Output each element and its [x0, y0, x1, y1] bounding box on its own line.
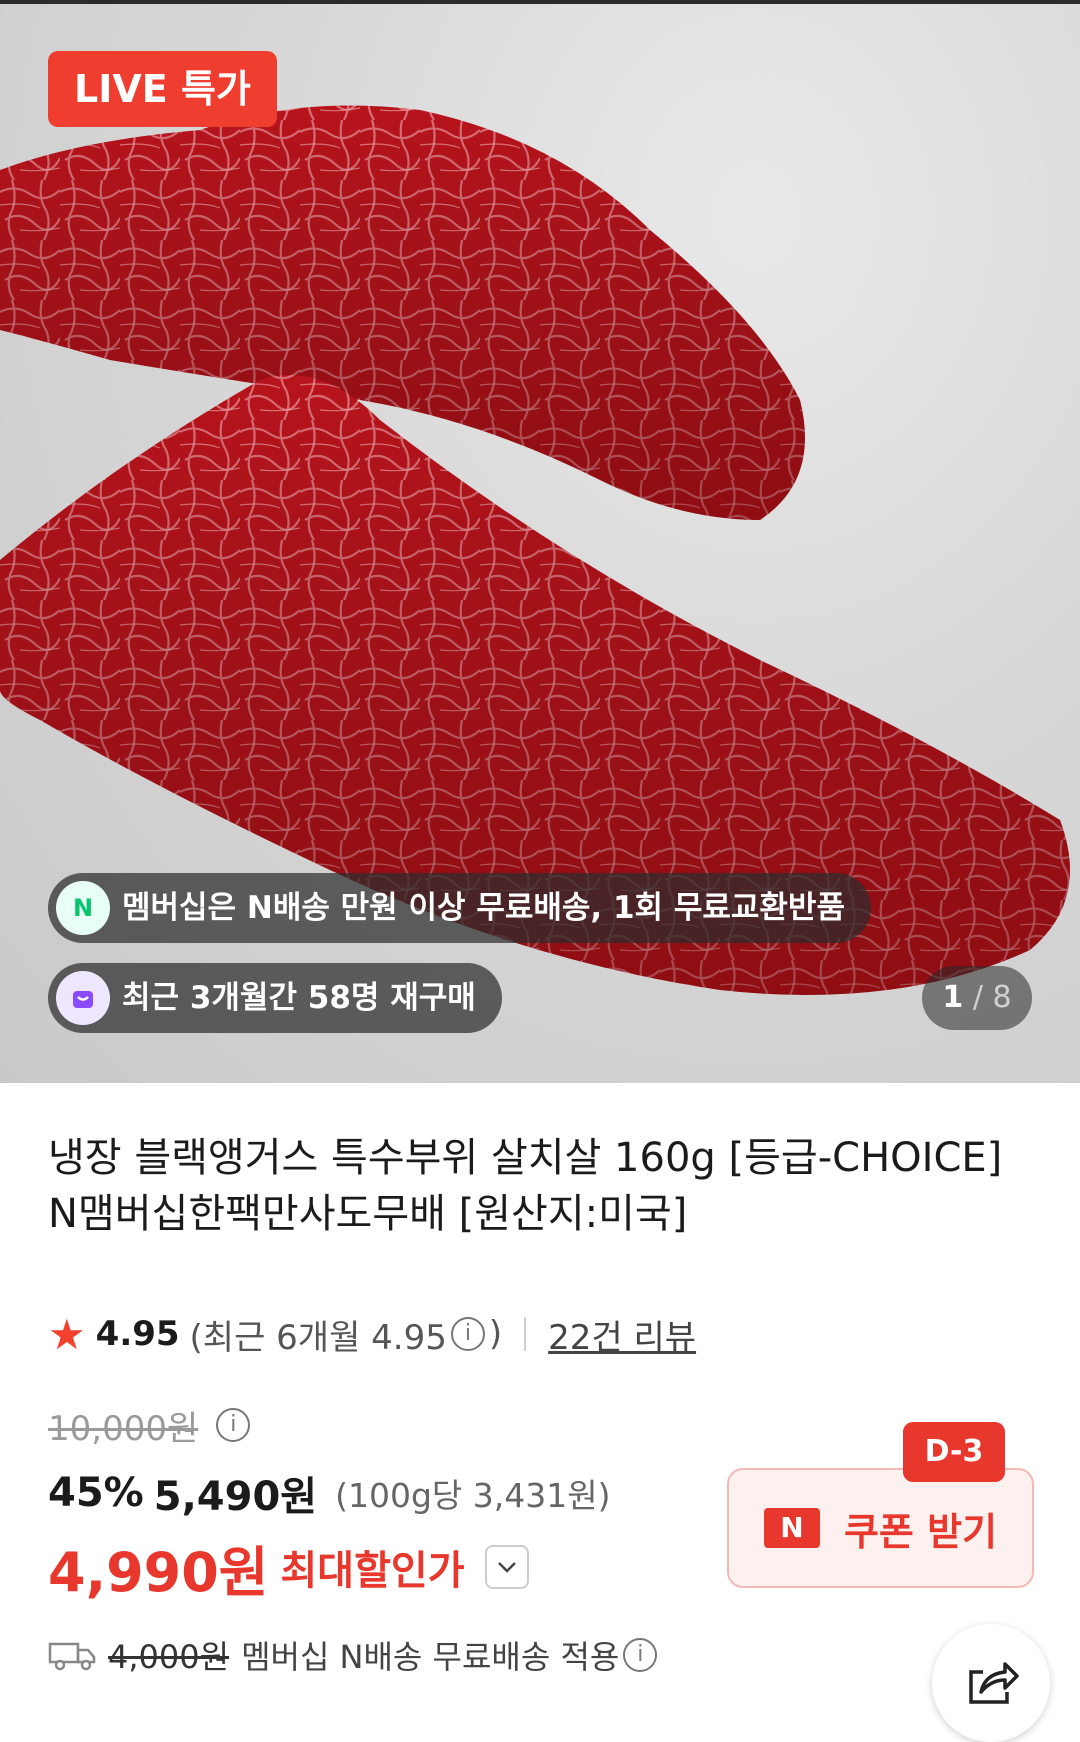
- get-coupon-button[interactable]: N 쿠폰 받기: [727, 1468, 1034, 1588]
- original-shipping-fee: 4,000원: [108, 1638, 230, 1676]
- best-price: 4,990원: [48, 1540, 269, 1604]
- live-sale-badge: LIVE 특가: [48, 51, 277, 127]
- sale-price-row: 45% 5,490원 (100g당 3,431원): [48, 1465, 610, 1521]
- image-counter-total: 8: [992, 980, 1012, 1015]
- bag-icon: [56, 971, 110, 1025]
- recent-rating: (최근 6개월 4.95: [189, 1317, 447, 1358]
- membership-notice[interactable]: N 멤버십은 N배송 만원 이상 무료배송, 1회 무료교환반품: [48, 873, 871, 943]
- divider: [524, 1317, 527, 1351]
- product-title: 냉장 블랙앵거스 특수부위 살치살 160g [등급-CHOICE] N맴버십한…: [48, 1135, 1003, 1237]
- sale-price: 5,490원: [153, 1474, 318, 1520]
- star-icon: ★: [48, 1309, 86, 1359]
- naver-n-icon: N: [763, 1508, 820, 1548]
- share-icon: [969, 1662, 1019, 1704]
- shipping-row: 4,000원 멤버십 N배송 무료배송 적용 i: [48, 1632, 661, 1678]
- truck-icon: [48, 1642, 96, 1671]
- repurchase-notice-text: 최근 3개월간 58명 재구매: [122, 980, 476, 1016]
- image-counter-separator: /: [972, 980, 993, 1015]
- image-counter: 1 / 8: [922, 966, 1032, 1030]
- info-icon[interactable]: i: [450, 1317, 485, 1351]
- rating-score: 4.95: [95, 1314, 180, 1354]
- shipping-text: 멤버십 N배송 무료배송 적용: [241, 1638, 620, 1676]
- get-coupon-label: 쿠폰 받기: [843, 1509, 998, 1554]
- share-button[interactable]: [932, 1624, 1050, 1742]
- shipping-info-icon[interactable]: i: [623, 1638, 658, 1672]
- price-info-icon[interactable]: i: [216, 1408, 251, 1442]
- unit-price: (100g당 3,431원): [335, 1476, 611, 1515]
- rating-row: ★ 4.95 (최근 6개월 4.95 i ) 22건 리뷰: [48, 1309, 696, 1359]
- original-price-row: 10,000원 i: [48, 1402, 254, 1449]
- dday-badge: D-3: [903, 1422, 1005, 1482]
- membership-notice-text: 멤버십은 N배송 만원 이상 무료배송, 1회 무료교환반품: [122, 890, 845, 926]
- original-price: 10,000원: [48, 1408, 199, 1449]
- best-price-label: 최대할인가: [280, 1548, 465, 1594]
- best-price-row: 4,990원 최대할인가: [48, 1534, 529, 1604]
- reviews-link[interactable]: 22건 리뷰: [548, 1310, 696, 1359]
- discount-percent: 45%: [48, 1470, 144, 1516]
- repurchase-notice[interactable]: 최근 3개월간 58명 재구매: [48, 963, 502, 1033]
- image-counter-current: 1: [942, 980, 964, 1015]
- n-delivery-icon: N: [56, 881, 110, 935]
- chevron-down-icon[interactable]: [484, 1545, 529, 1589]
- product-image-carousel[interactable]: LIVE 특가 N 멤버십은 N배송 만원 이상 무료배송, 1회 무료교환반품…: [0, 0, 1080, 1083]
- recent-rating-close: ): [488, 1314, 503, 1354]
